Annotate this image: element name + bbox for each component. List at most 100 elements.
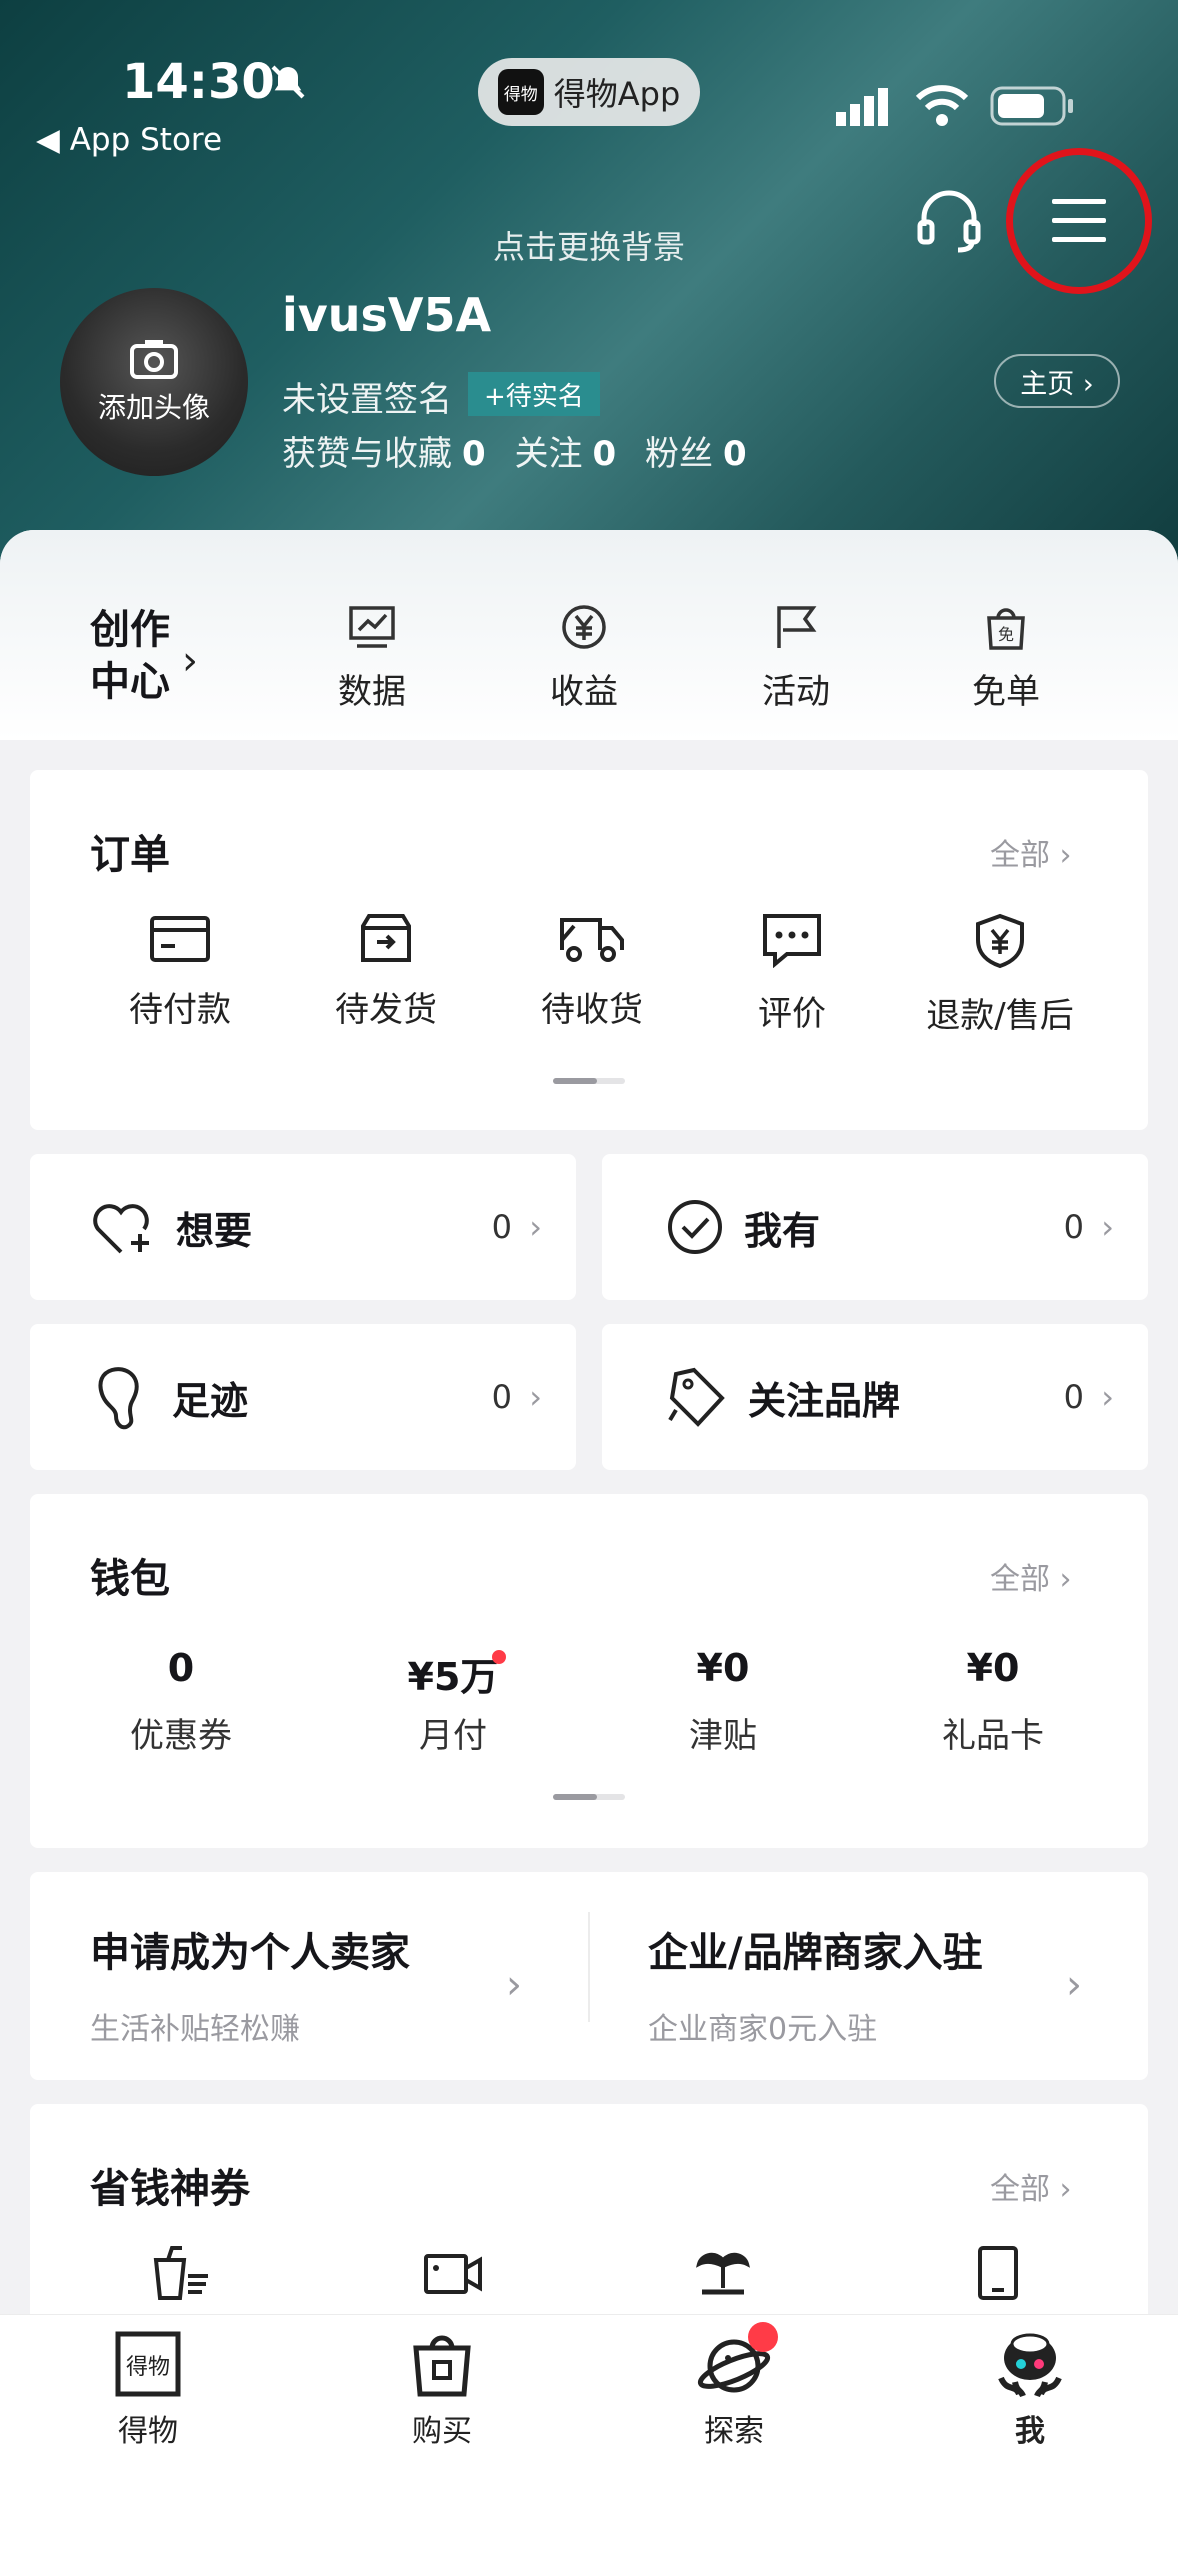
stat-label-following: 关注	[514, 434, 583, 474]
bag-icon: 免	[987, 608, 1025, 650]
coupons-all-label: 全部	[990, 2172, 1050, 2207]
mute-bell-icon	[268, 62, 308, 111]
enterprise-seller-entry[interactable]: 企业/品牌商家入驻 企业商家0元入驻 ›	[590, 1872, 1148, 2080]
wallet-value: ¥5万	[407, 1655, 499, 1699]
battery-icon	[990, 86, 1076, 130]
tab-explore[interactable]: 探索	[634, 2330, 834, 2450]
chevron-right-icon: ›	[506, 1962, 522, 2008]
menu-hamburger-button[interactable]	[1006, 148, 1152, 294]
creator-item-label: 活动	[762, 672, 830, 712]
signature[interactable]: 未设置签名	[282, 372, 452, 421]
phone-icon[interactable]	[976, 2244, 1020, 2306]
coupons-title: 省钱神券	[90, 2166, 250, 2212]
dewu-logo-icon: 得物	[497, 69, 544, 115]
chat-icon	[763, 914, 821, 968]
order-review[interactable]: 评价	[712, 912, 872, 1035]
signal-icon	[836, 88, 900, 132]
wallet-title: 钱包	[90, 1556, 170, 1602]
shield-icon	[976, 913, 1024, 969]
chevron-right-icon: ›	[1059, 1562, 1072, 1597]
app-indicator-pill: 得物 得物App	[478, 58, 700, 126]
wishlist-label: 想要	[176, 1208, 253, 1253]
owned-tile[interactable]: 我有 0 ›	[602, 1154, 1148, 1300]
tab-me[interactable]: 我	[930, 2330, 1130, 2450]
verify-identity-badge[interactable]: +待实名	[468, 372, 600, 416]
stat-label-likes: 获赞与收藏	[282, 434, 452, 474]
tab-label: 购买	[412, 2414, 472, 2449]
owned-count: 0	[1063, 1208, 1084, 1246]
wallet-allowance[interactable]: ¥0 津贴	[588, 1646, 858, 1757]
status-time: 14:30	[122, 54, 275, 110]
personal-seller-title: 申请成为个人卖家	[90, 1930, 410, 1976]
footprint-tile[interactable]: 足迹 0 ›	[30, 1324, 576, 1470]
creator-title-line2: 中心	[90, 659, 170, 705]
owned-label: 我有	[744, 1208, 821, 1253]
creator-item-earnings[interactable]: 收益	[494, 604, 674, 713]
svg-text:免: 免	[998, 625, 1014, 644]
drink-icon[interactable]	[150, 2246, 212, 2304]
tab-buy[interactable]: 购买	[342, 2330, 542, 2450]
wallet-value: 0	[167, 1646, 195, 1690]
order-pending-payment[interactable]: 待付款	[100, 912, 260, 1031]
chevron-right-icon: ›	[182, 638, 198, 684]
wallet-value: ¥0	[966, 1646, 1020, 1690]
tab-dewu[interactable]: 得物 得物	[48, 2330, 248, 2450]
flag-icon	[777, 606, 817, 648]
avatar-mascot-icon	[998, 2333, 1062, 2398]
enterprise-seller-title: 企业/品牌商家入驻	[648, 1930, 983, 1976]
creator-item-activity[interactable]: 活动	[706, 604, 886, 713]
truck-icon	[560, 918, 624, 962]
back-to-app-store[interactable]: ◀ App Store	[36, 122, 222, 158]
homepage-button[interactable]: 主页 ›	[994, 354, 1120, 408]
creator-title-line1: 创作	[90, 607, 170, 653]
camera-icon	[130, 340, 178, 379]
creator-item-label: 数据	[338, 672, 406, 712]
followed-brands-tile[interactable]: 关注品牌 0 ›	[602, 1324, 1148, 1470]
dewu-logo-icon: 得物	[115, 2331, 181, 2397]
wallet-all-link[interactable]: 全部 ›	[990, 1554, 1072, 1598]
footprint-label: 足迹	[172, 1378, 249, 1423]
stat-value-fans: 0	[722, 434, 747, 474]
wallet-coupons[interactable]: 0 优惠券	[46, 1646, 316, 1757]
wallet-label: 优惠券	[130, 1716, 232, 1756]
wallet-monthly-pay[interactable]: ¥5万 月付	[318, 1646, 588, 1757]
stat-value-following: 0	[592, 434, 617, 474]
tag-icon	[668, 1367, 725, 1427]
change-background-hint[interactable]: 点击更换背景	[0, 222, 1178, 268]
orders-all-link[interactable]: 全部 ›	[990, 830, 1072, 874]
hamburger-icon	[1052, 199, 1106, 242]
stat-label-fans: 粉丝	[644, 434, 713, 474]
wallet-value: ¥0	[696, 1646, 750, 1690]
order-refund-aftersale[interactable]: 退款/售后	[900, 912, 1100, 1037]
wallet-label: 津贴	[689, 1716, 757, 1756]
username: ivusV5A	[282, 288, 492, 342]
order-pending-shipment[interactable]: 待发货	[306, 912, 466, 1031]
card-icon	[150, 916, 210, 962]
wallet-gift-card[interactable]: ¥0 礼品卡	[858, 1646, 1128, 1757]
chevron-right-icon: ›	[1101, 1378, 1114, 1416]
coupons-all-link[interactable]: 全部 ›	[990, 2164, 1072, 2208]
enterprise-seller-subtitle: 企业商家0元入驻	[648, 2012, 878, 2047]
wishlist-count: 0	[491, 1208, 512, 1246]
svg-text:得物: 得物	[126, 2355, 170, 2380]
avatar[interactable]: 添加头像	[60, 288, 248, 476]
chevron-right-icon: ›	[1059, 2172, 1072, 2207]
wallet-label: 礼品卡	[942, 1716, 1044, 1756]
video-icon[interactable]	[422, 2246, 484, 2304]
order-label: 退款/售后	[926, 996, 1074, 1036]
creator-item-label: 收益	[550, 672, 618, 712]
followed-brands-count: 0	[1063, 1378, 1084, 1416]
creator-item-data[interactable]: 数据	[282, 604, 462, 713]
shopping-bag-icon	[413, 2335, 471, 2397]
creator-center-link[interactable]: 创作 中心	[90, 604, 170, 708]
personal-seller-subtitle: 生活补贴轻松赚	[90, 2012, 300, 2047]
footprint-icon	[98, 1367, 139, 1430]
personal-seller-entry[interactable]: 申请成为个人卖家 生活补贴轻松赚 ›	[30, 1872, 590, 2080]
customer-service-headset-icon[interactable]	[916, 188, 982, 258]
order-label: 评价	[758, 994, 826, 1034]
island-icon[interactable]	[692, 2242, 754, 2304]
wishlist-tile[interactable]: 想要 0 ›	[30, 1154, 576, 1300]
order-pending-receipt[interactable]: 待收货	[512, 912, 672, 1031]
creator-item-free-order[interactable]: 免 免单	[916, 604, 1096, 713]
order-label: 待付款	[129, 990, 231, 1030]
